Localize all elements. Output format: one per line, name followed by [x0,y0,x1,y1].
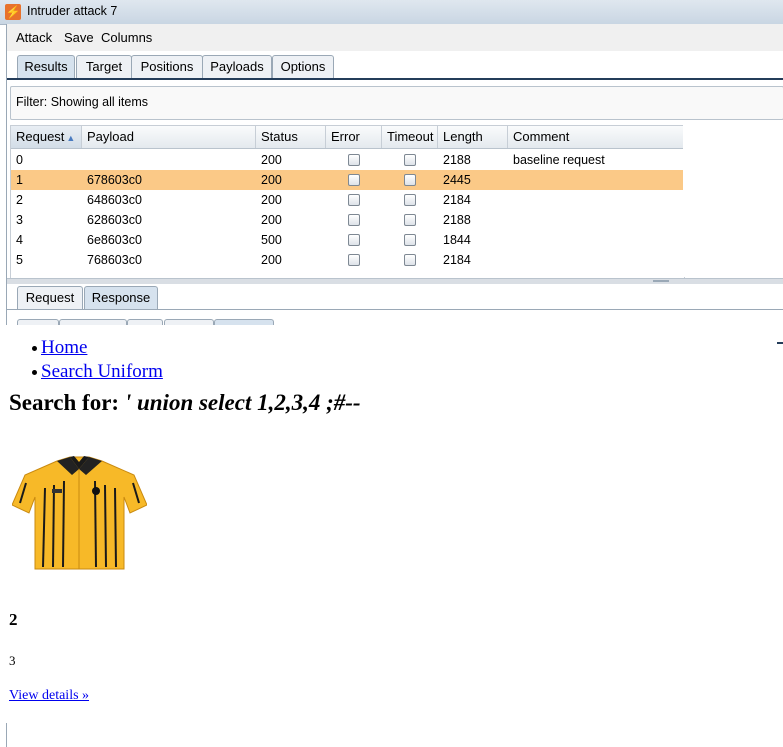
menu-save[interactable]: Save [64,30,94,45]
cell-request: 3 [16,213,23,227]
cell-request: 5 [16,253,23,267]
timeout-checkbox [404,214,416,226]
cell-payload: 648603c0 [87,193,142,207]
filter-label: Filter: Showing all items [16,95,148,109]
cell-length: 2188 [443,153,471,167]
bullet-icon [32,346,37,352]
error-checkbox [348,194,360,206]
cell-request: 0 [16,153,23,167]
cell-status: 200 [261,213,282,227]
message-tab-divider [7,309,783,310]
cell-length: 2184 [443,253,471,267]
error-checkbox [348,174,360,186]
message-tab-bar: Request Response [7,283,783,309]
cell-payload: 678603c0 [87,173,142,187]
tab-target[interactable]: Target [76,55,132,78]
cell-comment: baseline request [513,153,605,167]
cell-length: 2188 [443,213,471,227]
menu-bar: Attack Save Columns [7,24,783,51]
cell-payload: 768603c0 [87,253,142,267]
tab-results[interactable]: Results [17,55,75,78]
table-header: Request ▲ Payload Status Error Timeout Le… [11,126,684,149]
cell-request: 4 [16,233,23,247]
cell-comment [508,250,684,270]
rendered-response: Home Search Uniform Search for: ' union … [0,325,777,723]
search-uniform-link[interactable]: Search Uniform [41,361,163,382]
table-row[interactable]: 3 628603c0 200 2188 [11,210,684,230]
cell-payload: 628603c0 [87,213,142,227]
table-row[interactable]: 5 768603c0 200 2184 [11,250,684,270]
cell-payload: 6e8603c0 [87,233,142,247]
column-length[interactable]: Length [438,126,508,148]
product-image [12,456,147,570]
column-payload[interactable]: Payload [82,126,256,148]
results-table: Request ▲ Payload Status Error Timeout Le… [10,125,685,279]
cell-request: 1 [16,173,23,187]
column-timeout[interactable]: Timeout [382,126,438,148]
cell-comment [508,190,684,210]
error-checkbox [348,214,360,226]
column-status[interactable]: Status [256,126,326,148]
cell-comment [508,170,684,190]
window-titlebar: ⚡ Intruder attack 7 [0,0,783,25]
timeout-checkbox [404,194,416,206]
timeout-checkbox [404,254,416,266]
table-row[interactable]: 4 6e8603c0 500 1844 [11,230,684,250]
table-row[interactable]: 1 678603c0 200 2445 [11,170,684,190]
top-tab-bar: Results Target Positions Payloads Option… [7,52,783,78]
cell-comment [508,210,684,230]
cell-status: 200 [261,173,282,187]
menu-columns[interactable]: Columns [101,30,152,45]
cell-length: 2184 [443,193,471,207]
tab-positions[interactable]: Positions [131,55,203,78]
cell-comment [508,230,684,250]
home-link[interactable]: Home [41,337,87,358]
tab-request[interactable]: Request [17,286,83,309]
cell-status: 200 [261,193,282,207]
tab-divider [7,78,783,80]
timeout-checkbox [404,234,416,246]
table-side-panel [683,125,783,277]
bullet-icon [32,370,37,376]
timeout-checkbox [404,154,416,166]
window-title: Intruder attack 7 [27,4,118,18]
cell-request: 2 [16,193,23,207]
list-item: Search Uniform [32,361,163,385]
cell-length: 1844 [443,233,471,247]
error-checkbox [348,254,360,266]
search-query: ' union select 1,2,3,4 ;#-- [124,390,361,415]
tab-response[interactable]: Response [84,286,158,309]
product-value: 3 [9,653,16,668]
error-checkbox [348,154,360,166]
table-row[interactable]: 2 648603c0 200 2184 [11,190,684,210]
cell-status: 500 [261,233,282,247]
column-request[interactable]: Request ▲ [11,126,82,148]
search-label: Search for: [9,390,120,415]
filter-bar[interactable]: Filter: Showing all items [10,86,783,120]
nav-list: Home Search Uniform [32,337,163,385]
column-error[interactable]: Error [326,126,382,148]
burp-logo-icon: ⚡ [5,4,21,20]
list-item: Home [32,337,163,361]
cell-status: 200 [261,253,282,267]
tab-payloads[interactable]: Payloads [202,55,272,78]
view-details-link[interactable]: View details » [9,688,89,704]
splitter-grip-icon[interactable] [653,280,669,282]
tab-options[interactable]: Options [272,55,334,78]
menu-attack[interactable]: Attack [16,30,52,45]
cell-payload [82,150,256,170]
timeout-checkbox [404,174,416,186]
table-row[interactable]: 0 200 2188 baseline request [11,150,684,170]
cell-length: 2445 [443,173,471,187]
search-heading: Search for: ' union select 1,2,3,4 ;#-- [9,390,361,416]
error-checkbox [348,234,360,246]
sort-ascending-icon: ▲ [66,133,76,143]
cell-status: 200 [261,153,282,167]
product-name: 2 [9,610,18,629]
column-comment[interactable]: Comment [508,126,684,148]
